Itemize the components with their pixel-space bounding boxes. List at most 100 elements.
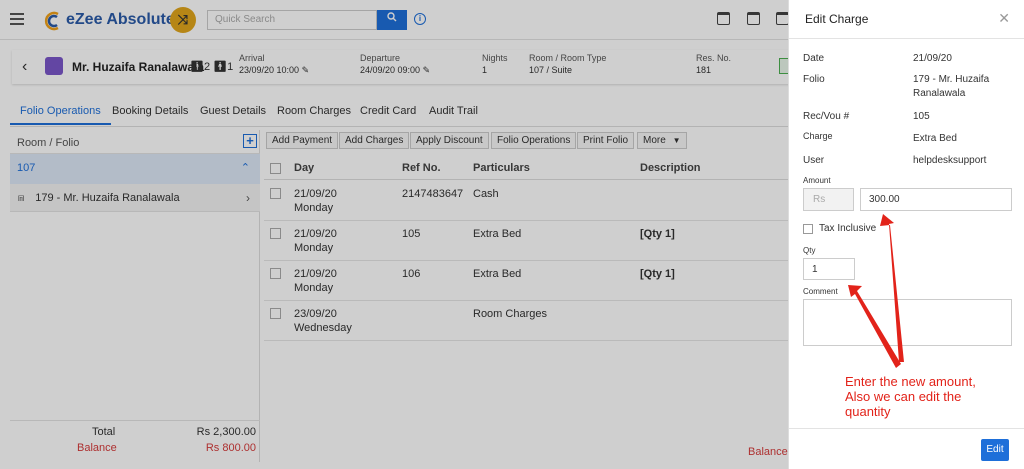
- qty-label: Qty: [803, 246, 816, 255]
- row-ref: 106: [402, 268, 421, 280]
- tab-folio-operations[interactable]: Folio Operations: [10, 97, 111, 125]
- caret-down-icon: ▼: [672, 136, 681, 145]
- room-label: Room / Room Type: [529, 53, 607, 63]
- table-row[interactable]: 21/09/20 Monday 2147483647 Cash: [264, 181, 788, 221]
- tabs-divider: [10, 126, 788, 127]
- print-folio-button[interactable]: Print Folio: [577, 132, 635, 149]
- tab-guest-details[interactable]: Guest Details: [200, 97, 266, 125]
- folio-value: 179 - Mr. Huzaifa Ranalawala: [913, 73, 989, 101]
- currency-field: Rs: [803, 188, 854, 211]
- guest-avatar: [45, 57, 63, 75]
- row-date: 21/09/20: [294, 268, 337, 280]
- calendar-check-icon[interactable]: [717, 12, 730, 25]
- folio-name: 179 - Mr. Huzaifa Ranalawala: [35, 192, 180, 204]
- edit-pencil-icon[interactable]: ✎: [302, 65, 310, 75]
- column-description[interactable]: Description: [640, 162, 701, 174]
- annotation-text: Enter the new amount, Also we can edit t…: [845, 374, 1015, 419]
- room-number: 107: [17, 162, 36, 174]
- calendar-icon[interactable]: [747, 12, 760, 25]
- table-row[interactable]: 21/09/20 Monday 106 Extra Bed [Qty 1]: [264, 261, 788, 301]
- row-particulars: Extra Bed: [473, 228, 522, 240]
- recvou-value: 105: [913, 111, 930, 122]
- row-particulars: Room Charges: [473, 308, 547, 320]
- column-ref[interactable]: Ref No.: [402, 162, 441, 174]
- folio-operations-button[interactable]: Folio Operations: [491, 132, 577, 149]
- search-input[interactable]: Quick Search: [207, 10, 377, 30]
- row-day: Wednesday: [294, 322, 352, 334]
- chevron-right-icon[interactable]: ›: [246, 191, 250, 205]
- search-button[interactable]: [377, 10, 407, 30]
- folio-value-line2: Ranalawala: [913, 88, 966, 99]
- folio-row[interactable]: ⩎ 179 - Mr. Huzaifa Ranalawala ›: [10, 184, 260, 212]
- folio-panel-header: Room / Folio +: [10, 130, 260, 154]
- total-label: Total: [92, 426, 116, 438]
- tab-room-charges[interactable]: Room Charges: [277, 97, 351, 125]
- row-checkbox[interactable]: [270, 188, 281, 199]
- edit-charge-drawer: Edit Charge ✕ Date 21/09/20 Folio 179 - …: [788, 0, 1024, 469]
- departure-value: 24/09/20 09:00: [360, 65, 421, 75]
- back-arrow-icon[interactable]: ‹: [22, 58, 27, 76]
- menu-icon[interactable]: [10, 13, 24, 28]
- tab-booking-details[interactable]: Booking Details: [112, 97, 188, 125]
- row-checkbox[interactable]: [270, 268, 281, 279]
- date-label: Date: [803, 53, 825, 64]
- amount-field[interactable]: 300.00: [860, 188, 1012, 211]
- add-folio-button[interactable]: +: [243, 134, 257, 148]
- search-icon: [387, 12, 397, 22]
- arrival-field: Arrival 23/09/20 10:00 ✎: [239, 53, 309, 76]
- apply-discount-button[interactable]: Apply Discount: [410, 132, 489, 149]
- row-ref: 105: [402, 228, 421, 240]
- more-dropdown[interactable]: More ▼: [637, 132, 687, 149]
- row-checkbox[interactable]: [270, 228, 281, 239]
- chevron-up-icon[interactable]: ⌃: [241, 161, 250, 174]
- folio-label: Folio: [803, 74, 825, 85]
- row-description: [Qty 1]: [640, 228, 675, 240]
- table-row[interactable]: 21/09/20 Monday 105 Extra Bed [Qty 1]: [264, 221, 788, 261]
- edit-button[interactable]: Edit: [981, 439, 1009, 461]
- close-icon[interactable]: ✕: [998, 10, 1010, 27]
- column-particulars[interactable]: Particulars: [473, 162, 530, 174]
- drawer-title: Edit Charge: [805, 12, 869, 26]
- qty-field[interactable]: 1: [803, 258, 855, 280]
- resno-value: 181: [696, 65, 712, 75]
- room-value: 107 / Suite: [529, 65, 573, 75]
- row-date: 23/09/20: [294, 308, 337, 320]
- guest-name[interactable]: Mr. Huzaifa Ranalawala: [72, 60, 204, 74]
- folio-panel: Room / Folio + 107 ⌃ ⩎ 179 - Mr. Huzaifa…: [10, 130, 260, 462]
- nights-label: Nights: [482, 53, 508, 63]
- comment-field[interactable]: [803, 299, 1012, 346]
- balance-value: Rs 800.00: [205, 442, 256, 454]
- resno-field: Res. No. 181: [696, 53, 731, 75]
- edit-pencil-icon[interactable]: ✎: [423, 65, 431, 75]
- column-day[interactable]: Day: [294, 162, 314, 174]
- tab-credit-card[interactable]: Credit Card: [360, 97, 416, 125]
- tax-inclusive-label: Tax Inclusive: [819, 223, 877, 234]
- add-payment-button[interactable]: Add Payment: [266, 132, 339, 149]
- row-day: Monday: [294, 282, 334, 294]
- child-count: 1: [227, 61, 234, 73]
- tab-audit-trail[interactable]: Audit Trail: [429, 97, 478, 125]
- table-header: Day Ref No. Particulars Description: [264, 156, 788, 180]
- info-icon[interactable]: i: [414, 13, 426, 25]
- amount-label: Amount: [803, 176, 831, 185]
- recvou-label: Rec/Vou #: [803, 111, 850, 122]
- select-all-checkbox[interactable]: [270, 163, 281, 174]
- annotation-line: Also we can edit the: [845, 389, 962, 404]
- annotation-line: quantity: [845, 404, 891, 419]
- adult-count: 2: [203, 61, 211, 73]
- add-charges-button[interactable]: Add Charges: [339, 132, 410, 149]
- user-label: User: [803, 155, 825, 166]
- table-row[interactable]: 23/09/20 Wednesday Room Charges: [264, 301, 788, 341]
- row-checkbox[interactable]: [270, 308, 281, 319]
- charge-label: Charge: [803, 131, 833, 141]
- room-row[interactable]: 107 ⌃: [10, 154, 260, 184]
- drawer-footer-divider: [789, 428, 1024, 429]
- drawer-divider: [789, 38, 1024, 39]
- balance-row: Balance Rs 800.00: [10, 442, 260, 462]
- folio-value-line1: 179 - Mr. Huzaifa: [913, 74, 990, 85]
- shuffle-icon[interactable]: ⤨: [170, 7, 196, 33]
- logo-icon: [44, 11, 59, 31]
- tax-inclusive-checkbox[interactable]: [803, 224, 813, 234]
- arrival-label: Arrival: [239, 53, 265, 63]
- comment-label: Comment: [803, 287, 838, 296]
